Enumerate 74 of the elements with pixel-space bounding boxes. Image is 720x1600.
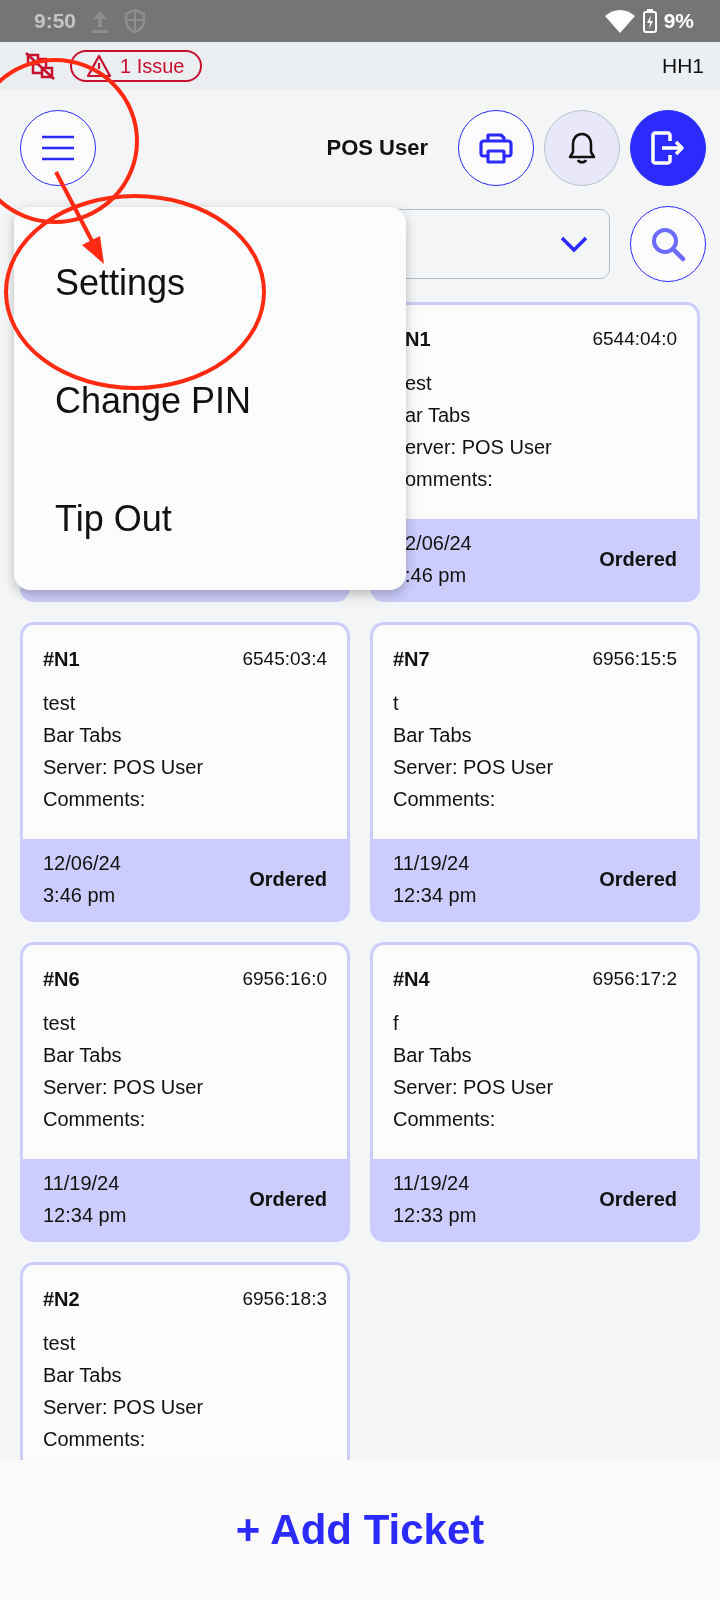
warning-icon <box>86 54 112 78</box>
issues-badge[interactable]: 1 Issue <box>70 50 203 82</box>
ticket-detail: ar Tabs <box>405 403 472 428</box>
ticket-card[interactable]: #N2 6956:18:3 test Bar Tabs Server: POS User Comments: <box>20 1262 350 1460</box>
ticket-time: 3:46 pm <box>43 883 117 908</box>
ticket-code: 6956:18:3 <box>242 1288 327 1310</box>
ticket-status: Ordered <box>599 547 677 572</box>
ticket-detail: Comments: <box>43 1107 147 1132</box>
ticket-detail: Server: POS User <box>43 1395 205 1420</box>
ticket-number: #N4 <box>393 967 430 991</box>
ticket-detail: Bar Tabs <box>393 723 473 748</box>
ticket-detail: f <box>393 1011 400 1036</box>
ticket-detail: Server: POS User <box>393 755 555 780</box>
ticket-time: 12:34 pm <box>43 1203 127 1228</box>
user-name: POS User <box>325 135 429 161</box>
ticket-detail: Comments: <box>393 787 497 812</box>
ticket-time: 12:33 pm <box>393 1203 477 1228</box>
menu-icon <box>41 135 75 161</box>
ticket-date: 11/19/24 <box>43 1171 121 1196</box>
ticket-time: :46 pm <box>405 563 468 588</box>
ticket-detail: est <box>405 371 433 396</box>
ticket-status: Ordered <box>249 1187 327 1212</box>
ticket-date: 11/19/24 <box>393 1171 471 1196</box>
ticket-detail: omments: <box>405 467 494 492</box>
ticket-detail: Bar Tabs <box>43 1043 123 1068</box>
device-name: HH1 <box>662 54 704 78</box>
ticket-status: Ordered <box>599 867 677 892</box>
logout-icon <box>650 131 686 165</box>
add-ticket-button[interactable]: + Add Ticket <box>227 1502 493 1558</box>
ticket-date: 12/06/24 <box>43 851 121 876</box>
ticket-detail: Server: POS User <box>43 1075 205 1100</box>
ticket-date: 2/06/24 <box>405 531 472 556</box>
ticket-number: #N7 <box>393 647 430 671</box>
clock-time: 9:50 <box>34 9 77 33</box>
ticket-detail: test <box>43 1331 77 1356</box>
ticket-card[interactable]: #N7 6956:15:5 t Bar Tabs Server: POS User Comments: 11/19/24 12:34 pm Ordered <box>370 622 700 922</box>
ticket-detail: Server: POS User <box>43 755 205 780</box>
ticket-time: 12:34 pm <box>393 883 477 908</box>
ticket-status: Ordered <box>599 1187 677 1212</box>
ticket-code: 6956:15:5 <box>592 648 677 670</box>
battery-icon <box>641 8 658 34</box>
ticket-detail: Comments: <box>43 1427 147 1452</box>
chevron-down-icon <box>559 235 589 253</box>
battery-level: 9% <box>663 9 694 33</box>
ticket-code: 6956:16:0 <box>242 968 327 990</box>
ticket-detail: t <box>393 691 400 716</box>
ticket-card[interactable]: N1 6544:04:0 est ar Tabs erver: POS User omments: 2/06/24 :46 pm Ordered <box>370 302 700 602</box>
printer-icon <box>479 132 513 164</box>
ticket-number: #N6 <box>43 967 80 991</box>
bell-icon <box>567 131 597 165</box>
search-icon <box>650 226 686 262</box>
ticket-number: #N1 <box>43 647 80 671</box>
shield-icon <box>124 8 147 34</box>
no-connection-icon <box>24 51 56 81</box>
ticket-code: 6956:17:2 <box>592 968 677 990</box>
ticket-detail: Server: POS User <box>393 1075 555 1100</box>
ticket-detail: Comments: <box>43 787 147 812</box>
ticket-status: Ordered <box>249 867 327 892</box>
ticket-date: 11/19/24 <box>393 851 471 876</box>
ticket-number: #N2 <box>43 1287 80 1311</box>
ticket-number: N1 <box>405 327 431 351</box>
ticket-detail: erver: POS User <box>405 435 553 460</box>
ticket-code: 6545:03:4 <box>242 648 327 670</box>
ticket-detail: test <box>43 691 77 716</box>
wifi-icon <box>603 8 636 34</box>
ticket-detail: Bar Tabs <box>43 723 123 748</box>
ticket-detail: Bar Tabs <box>43 1363 123 1388</box>
ticket-card[interactable]: #N1 6545:03:4 test Bar Tabs Server: POS User Comments: 12/06/24 3:46 pm Ordered <box>20 622 350 922</box>
ticket-detail: test <box>43 1011 77 1036</box>
ticket-detail: Comments: <box>393 1107 497 1132</box>
ticket-detail: Bar Tabs <box>393 1043 473 1068</box>
ticket-card[interactable]: #N6 6956:16:0 test Bar Tabs Server: POS User Comments: 11/19/24 12:34 pm Ordered <box>20 942 350 1242</box>
ticket-card[interactable]: #N4 6956:17:2 f Bar Tabs Server: POS User Comments: 11/19/24 12:33 pm Ordered <box>370 942 700 1242</box>
ticket-code: 6544:04:0 <box>592 328 677 350</box>
